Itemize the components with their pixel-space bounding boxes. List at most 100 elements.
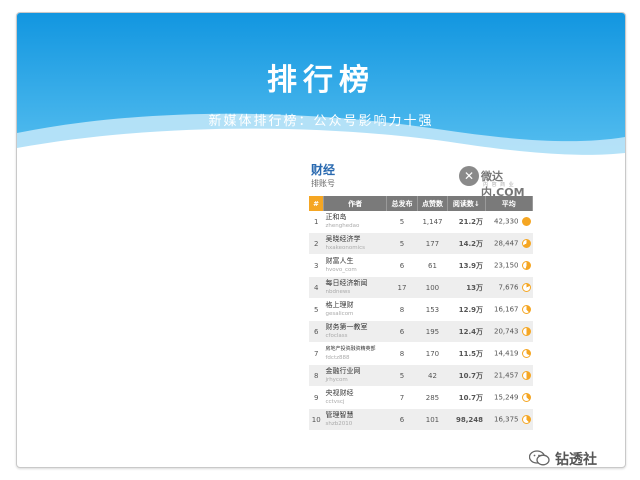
post-count: 17 [386,276,418,299]
rank-number: 1 [309,211,324,233]
table-row[interactable]: 7 房地产投资融资精英部 fdctz888 8 170 11.5万 14,419 [309,342,533,365]
account-id: hxakeonomics [325,245,365,251]
avg-value: 15,249 [494,393,519,402]
avg-cell: 20,743 [485,320,533,343]
rank-number: 10 [309,408,324,431]
table-header-row: # 作者 总发布 点赞数 阅读数↓ 平均 [309,196,534,211]
col-posts[interactable]: 总发布 [386,196,418,211]
like-count: 42 [417,364,448,387]
post-count: 8 [386,298,418,321]
like-count: 285 [417,386,448,409]
category-title: 财经 [311,163,336,177]
account-name: 财务第一教室 [325,323,368,331]
table-row[interactable]: 10 管理智慧 shzb2010 6 101 98,248 16,375 [309,408,533,431]
avg-value: 16,167 [494,305,519,314]
pie-indicator-icon [521,393,531,402]
avg-cell: 28,447 [485,232,533,255]
avg-cell: 42,330 [485,211,533,233]
post-count: 5 [386,364,418,387]
author-cell[interactable]: 吴晓经济学 hxakeonomics [323,232,387,255]
rank-number: 9 [309,386,324,409]
avg-value: 7,676 [498,283,519,292]
col-avg[interactable]: 平均 [485,196,534,211]
read-count: 98,248 [447,408,486,431]
pie-indicator-icon [521,239,531,248]
pie-indicator-icon [521,327,531,336]
pie-indicator-icon [521,415,531,424]
table-row[interactable]: 1 正和岛 zhenghedao 5 1,147 21.2万 42,330 [309,211,533,233]
avg-cell: 15,249 [485,386,533,409]
post-count: 8 [386,342,418,365]
like-count: 101 [417,408,448,431]
avg-value: 23,150 [494,261,519,270]
read-count: 14.2万 [447,232,486,255]
like-count: 61 [417,254,448,277]
author-cell[interactable]: 格上理财 gesalicom [323,298,387,321]
author-cell[interactable]: 金融行业网 jrhycom [323,364,387,387]
account-id: fdctz888 [325,355,350,361]
avg-cell: 7,676 [485,276,533,299]
author-cell[interactable]: 央视财经 cctvscj [323,386,387,409]
account-id: shzb2010 [325,421,353,427]
rank-number: 3 [309,254,324,277]
read-count: 10.7万 [447,364,486,387]
col-reads[interactable]: 阅读数↓ [447,196,486,211]
avg-cell: 14,419 [485,342,533,365]
read-count: 13.9万 [447,254,486,277]
author-cell[interactable]: 财务第一教室 cfoclass [323,320,387,343]
rank-number: 5 [309,298,324,321]
table-row[interactable]: 8 金融行业网 jrhycom 5 42 10.7万 21,457 [309,364,533,387]
account-name: 财富人生 [325,257,354,265]
account-name: 金融行业网 [325,367,361,375]
account-name: 每日经济新闻 [325,279,368,287]
author-cell[interactable]: 房地产投资融资精英部 fdctz888 [323,342,387,365]
rank-number: 2 [309,232,324,255]
rank-number: 8 [309,364,324,387]
table-row[interactable]: 4 每日经济新闻 nbdnews 17 100 13万 7,676 [309,276,533,299]
account-name: 管理智慧 [325,411,354,419]
account-id: nbdnews [325,289,351,295]
table-row[interactable]: 2 吴晓经济学 hxakeonomics 5 177 14.2万 28,447 [309,232,533,255]
like-count: 170 [417,342,448,365]
account-id: gesalicom [325,311,354,317]
account-id: cfoclass [325,333,348,339]
read-count: 12.9万 [447,298,486,321]
col-likes[interactable]: 点赞数 [417,196,449,211]
ranking-table: # 作者 总发布 点赞数 阅读数↓ 平均 1 正和岛 zhenghedao 5 1,14… [309,196,534,431]
account-id: cctvscj [325,399,345,405]
account-name: 央视财经 [325,389,354,397]
avg-value: 42,330 [494,217,519,226]
avg-value: 14,419 [494,349,519,358]
read-count: 21.2万 [447,211,486,233]
post-count: 5 [386,232,418,255]
footer-brand: 钻透社 [529,449,625,467]
ranking-panel: 财经 排账号 ✕ 微达内.COM 内 容 商 业 # 作者 总发布 点赞数 阅读… [309,158,534,444]
table-row[interactable]: 9 央视财经 cctvscj 7 285 10.7万 15,249 [309,386,533,409]
avg-cell: 16,167 [485,298,533,321]
post-count: 6 [386,320,418,343]
account-name: 格上理财 [325,301,354,309]
author-cell[interactable]: 管理智慧 shzb2010 [323,408,387,431]
author-cell[interactable]: 财富人生 hvovo_com [323,254,387,277]
like-count: 100 [417,276,448,299]
table-row[interactable]: 5 格上理财 gesalicom 8 153 12.9万 16,167 [309,298,533,321]
avg-cell: 16,375 [485,408,533,431]
author-cell[interactable]: 每日经济新闻 nbdnews [323,276,387,299]
read-count: 13万 [447,276,486,299]
avg-value: 20,743 [494,327,519,336]
slide-subtitle: 新媒体排行榜：公众号影响力十强 [208,114,434,129]
logo-tagline: 内 容 商 业 [483,182,515,188]
col-author[interactable]: 作者 [323,196,388,211]
table-row[interactable]: 6 财务第一教室 cfoclass 6 195 12.4万 20,743 [309,320,533,343]
table-row[interactable]: 3 财富人生 hvovo_com 6 61 13.9万 23,150 [309,254,533,277]
like-count: 177 [417,232,448,255]
pie-indicator-icon [521,283,531,292]
rank-number: 6 [309,320,324,343]
like-count: 1,147 [417,211,448,233]
post-count: 5 [386,211,418,233]
read-count: 11.5万 [447,342,486,365]
account-name: 房地产投资融资精英部 [325,346,376,352]
rank-number: 4 [309,276,324,299]
pie-indicator-icon [521,371,531,380]
author-cell[interactable]: 正和岛 zhenghedao [323,211,387,233]
